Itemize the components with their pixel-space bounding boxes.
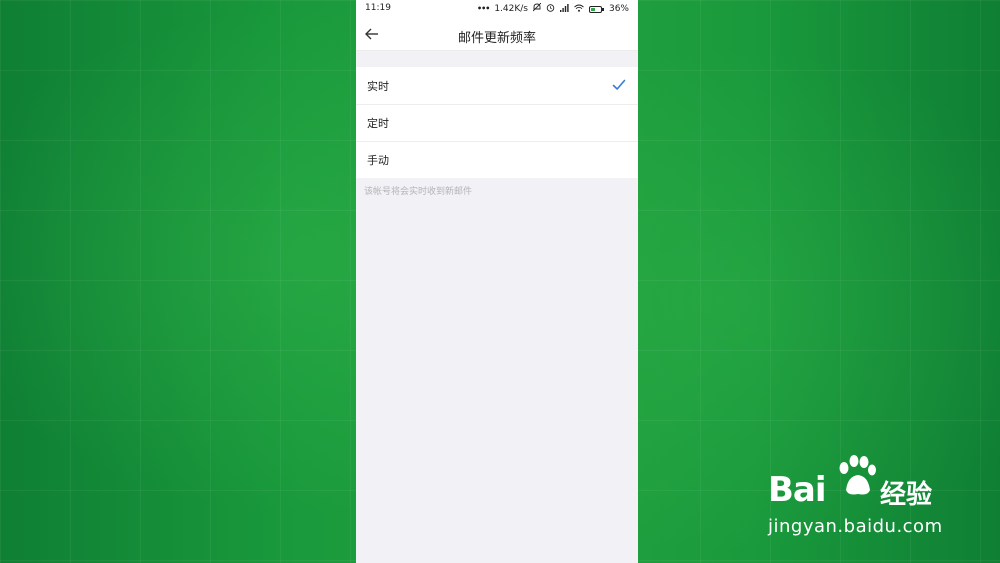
network-speed: 1.42K/s xyxy=(494,4,528,14)
battery-icon xyxy=(588,5,604,13)
wifi-icon xyxy=(574,4,584,15)
signal-icon xyxy=(559,3,569,15)
option-hint-text: 该帐号将会实时收到新邮件 xyxy=(364,187,473,197)
watermark-brand: Bai xyxy=(768,470,827,510)
option-realtime[interactable]: 实时 xyxy=(356,67,638,104)
frequency-options-list: 实时 定时 手动 xyxy=(356,67,638,178)
status-bar: 11:19 ••• 1.42K/s 36% xyxy=(356,0,638,18)
watermark-jingyan: 经验 xyxy=(880,480,933,510)
baidu-paw-logo xyxy=(839,455,876,495)
more-dots-icon: ••• xyxy=(476,4,490,13)
option-label: 定时 xyxy=(367,116,389,130)
page-title: 邮件更新频率 xyxy=(457,31,536,46)
navigation-bar: 邮件更新频率 xyxy=(356,18,638,51)
option-label: 手动 xyxy=(367,153,389,167)
option-scheduled[interactable]: 定时 xyxy=(356,104,638,141)
watermark-url: jingyan.baidu.com xyxy=(768,516,943,537)
phone-screen: 11:19 ••• 1.42K/s 36% 邮件更新频率 实时 定时 手动 该帐… xyxy=(356,0,638,563)
option-manual[interactable]: 手动 xyxy=(356,141,638,178)
alarm-icon xyxy=(546,3,555,15)
status-time: 11:19 xyxy=(365,3,391,13)
battery-percent: 36% xyxy=(608,4,629,14)
checkmark-icon xyxy=(612,79,626,90)
mute-icon xyxy=(532,2,542,15)
option-label: 实时 xyxy=(367,79,389,93)
status-icons: ••• 1.42K/s 36% xyxy=(476,2,629,15)
baidu-jingyan-watermark: Bai 经验 jingyan.baidu.com xyxy=(768,452,958,547)
